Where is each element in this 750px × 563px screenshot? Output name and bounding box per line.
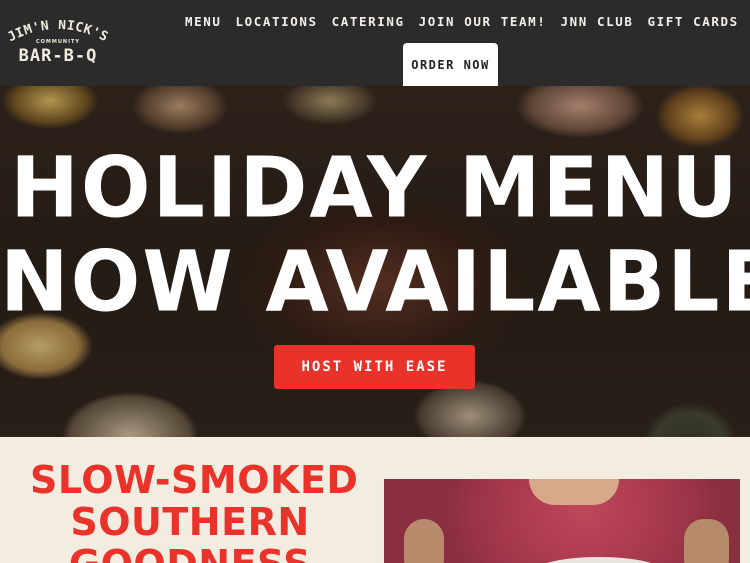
intro-section: SLOW-SMOKED SOUTHERN GOODNESS (0, 437, 750, 563)
brand-logo[interactable]: JIM'N NICK'S COMMUNITY BAR-B-Q (2, 20, 114, 72)
logo-community-text: COMMUNITY (35, 39, 80, 45)
logo-bbq-text: BAR-B-Q (18, 46, 98, 66)
site-header: JIM'N NICK'S COMMUNITY BAR-B-Q MENU LOCA… (0, 0, 750, 86)
nav-menu[interactable]: MENU (178, 12, 229, 32)
hero-banner: HOLIDAY MENU NOW AVAILABLE HOST WITH EAS… (0, 86, 750, 437)
nav-jnn-club[interactable]: JNN CLUB (553, 12, 640, 32)
section-heading-line-1: SLOW-SMOKED (30, 458, 359, 502)
nav-gift-cards[interactable]: GIFT CARDS (640, 12, 745, 32)
section-heading-line-2: SOUTHERN (70, 500, 310, 544)
nav-catering[interactable]: CATERING (325, 12, 412, 32)
hero-title-line-2: NOW AVAILABLE (0, 233, 750, 331)
section-heading-line-3: GOODNESS (30, 543, 350, 563)
hero-title: HOLIDAY MENU NOW AVAILABLE (0, 142, 750, 330)
hero-title-line-1: HOLIDAY MENU (10, 140, 740, 238)
main-nav: MENU LOCATIONS CATERING JOIN OUR TEAM! J… (178, 12, 746, 32)
section-heading: SLOW-SMOKED SOUTHERN GOODNESS (30, 458, 359, 563)
host-with-ease-button[interactable]: HOST WITH EASE (274, 345, 475, 389)
section-photo (384, 479, 740, 563)
nav-locations[interactable]: LOCATIONS (229, 12, 325, 32)
order-now-button[interactable]: ORDER NOW (403, 43, 498, 86)
nav-join-our-team[interactable]: JOIN OUR TEAM! (412, 12, 554, 32)
